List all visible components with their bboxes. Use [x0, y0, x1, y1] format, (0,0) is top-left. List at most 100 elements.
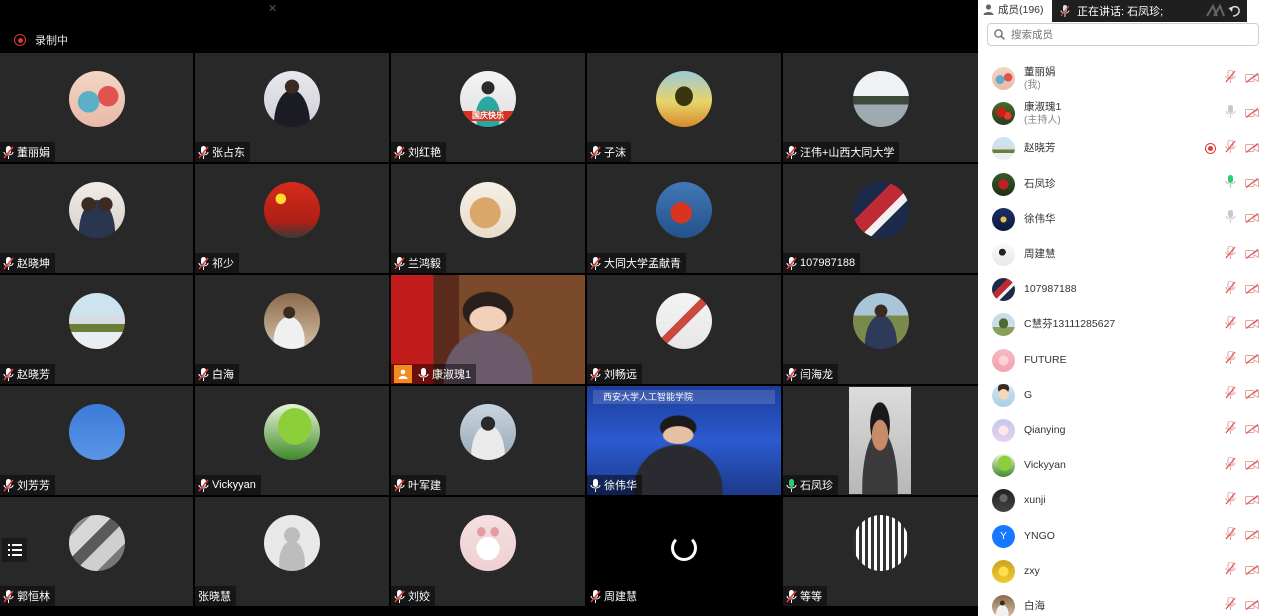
participant-tile[interactable]: 等等	[783, 497, 978, 606]
member-camera-toggle[interactable]	[1245, 527, 1259, 545]
menu-button[interactable]	[2, 538, 27, 562]
member-camera-toggle[interactable]	[1245, 210, 1259, 228]
participant-tile[interactable]: 张晓慧	[195, 497, 389, 606]
member-name: 白海	[1024, 599, 1045, 612]
participant-tile[interactable]: 张占东	[195, 53, 389, 162]
member-row[interactable]: 董丽娟 (我)	[978, 61, 1269, 96]
participant-tile[interactable]: 叶军建	[391, 386, 585, 495]
member-mic-toggle[interactable]	[1225, 420, 1236, 439]
participant-name-tag: 闫海龙	[783, 364, 838, 384]
member-mic-toggle[interactable]	[1225, 315, 1236, 334]
member-row[interactable]: 周建慧	[978, 237, 1269, 272]
participant-tile[interactable]: 周建慧	[587, 497, 781, 606]
participant-tile[interactable]: 赵晓坤	[0, 164, 193, 273]
participant-tile[interactable]: 汪伟+山西大同大学	[783, 53, 978, 162]
close-icon[interactable]: ✕	[268, 2, 277, 15]
member-row[interactable]: 赵晓芳	[978, 131, 1269, 166]
avatar	[460, 514, 516, 571]
avatar	[68, 514, 125, 571]
participant-tile[interactable]: 西安大学人工智能学院 徐伟华	[587, 386, 781, 495]
member-row[interactable]: Y YNGO	[978, 518, 1269, 553]
member-camera-toggle[interactable]	[1245, 597, 1259, 615]
member-camera-toggle[interactable]	[1245, 70, 1259, 88]
member-mic-toggle[interactable]	[1225, 69, 1236, 88]
member-mic-toggle[interactable]	[1225, 526, 1236, 545]
participant-tile[interactable]: 兰鸿毅	[391, 164, 585, 273]
participant-tile[interactable]: 石凤珍	[783, 386, 978, 495]
member-camera-toggle[interactable]	[1245, 351, 1259, 369]
participant-tile[interactable]: 刘姣	[391, 497, 585, 606]
avatar	[992, 137, 1015, 161]
member-camera-toggle[interactable]	[1245, 105, 1259, 123]
member-camera-toggle[interactable]	[1245, 281, 1259, 299]
avatar	[992, 67, 1015, 91]
member-row[interactable]: 徐伟华	[978, 202, 1269, 237]
member-mic-toggle[interactable]	[1225, 385, 1236, 404]
member-row[interactable]: 107987188	[978, 272, 1269, 307]
member-mic-toggle[interactable]	[1225, 139, 1236, 158]
participant-tile[interactable]: 闫海龙	[783, 275, 978, 384]
person-icon	[983, 4, 994, 15]
participant-tile[interactable]: 郭恒林	[0, 497, 193, 606]
participant-tile[interactable]: Vickyyan	[195, 386, 389, 495]
participant-tile[interactable]: 祁少	[195, 164, 389, 273]
member-mic-toggle[interactable]	[1225, 104, 1236, 123]
member-row[interactable]: G	[978, 378, 1269, 413]
member-row[interactable]: FUTURE	[978, 343, 1269, 378]
avatar	[992, 489, 1015, 513]
member-row[interactable]: 康淑瑰1 (主持人)	[978, 96, 1269, 131]
member-mic-toggle[interactable]	[1225, 245, 1236, 264]
member-role: (我)	[1024, 79, 1041, 91]
member-camera-toggle[interactable]	[1245, 421, 1259, 439]
member-row[interactable]: 白海	[978, 589, 1269, 616]
participant-name-tag: 大同大学孟献青	[587, 253, 686, 273]
chevron-icon[interactable]	[1205, 4, 1225, 18]
member-camera-toggle[interactable]	[1245, 457, 1259, 475]
member-row[interactable]: Vickyyan	[978, 448, 1269, 483]
avatar	[992, 172, 1015, 196]
member-mic-toggle[interactable]	[1225, 491, 1236, 510]
participant-tile[interactable]: 董丽娟	[0, 53, 193, 162]
participant-name-tag: 兰鸿毅	[391, 253, 446, 273]
member-camera-toggle[interactable]	[1245, 316, 1259, 334]
member-search[interactable]	[987, 23, 1259, 46]
participant-tile[interactable]: 赵晓芳	[0, 275, 193, 384]
participant-tile[interactable]: 康淑瑰1	[391, 275, 585, 384]
participant-name-tag: 刘姣	[391, 586, 435, 606]
member-camera-toggle[interactable]	[1245, 140, 1259, 158]
participant-name: 赵晓坤	[17, 258, 50, 270]
member-row[interactable]: xunji	[978, 483, 1269, 518]
recording-indicator[interactable]: 录制中	[14, 32, 68, 48]
participant-tile[interactable]: 子沫	[587, 53, 781, 162]
member-mic-toggle[interactable]	[1225, 561, 1236, 580]
participant-tile[interactable]: 大同大学孟献青	[587, 164, 781, 273]
participant-tile[interactable]: 刘芳芳	[0, 386, 193, 495]
member-mic-toggle[interactable]	[1225, 175, 1236, 193]
participant-tile[interactable]: 107987188	[783, 164, 978, 273]
undo-icon[interactable]	[1228, 4, 1241, 17]
camera-off-icon	[1245, 248, 1259, 259]
member-mic-toggle[interactable]	[1225, 350, 1236, 369]
participant-name: 闫海龙	[800, 369, 833, 381]
member-mic-toggle[interactable]	[1225, 210, 1236, 228]
participant-tile[interactable]: 白海	[195, 275, 389, 384]
member-camera-toggle[interactable]	[1245, 562, 1259, 580]
member-camera-toggle[interactable]	[1245, 386, 1259, 404]
member-row[interactable]: Qianying	[978, 413, 1269, 448]
member-mic-toggle[interactable]	[1225, 456, 1236, 475]
participant-name: 郭恒林	[17, 591, 50, 603]
member-search-input[interactable]	[1011, 28, 1231, 41]
member-row[interactable]: 石凤珍	[978, 167, 1269, 202]
participant-tile[interactable]: 国庆快乐 刘红艳	[391, 53, 585, 162]
member-mic-toggle[interactable]	[1225, 596, 1236, 615]
member-camera-toggle[interactable]	[1245, 492, 1259, 510]
member-row[interactable]: zxy	[978, 554, 1269, 589]
member-camera-toggle[interactable]	[1245, 246, 1259, 264]
member-mic-toggle[interactable]	[1225, 280, 1236, 299]
avatar	[264, 292, 320, 349]
participant-tile[interactable]: 刘畅远	[587, 275, 781, 384]
member-row[interactable]: C慧芬13111285627	[978, 307, 1269, 342]
mic-muted-icon	[786, 589, 797, 603]
camera-off-icon	[1245, 283, 1259, 294]
member-camera-toggle[interactable]	[1245, 175, 1259, 193]
